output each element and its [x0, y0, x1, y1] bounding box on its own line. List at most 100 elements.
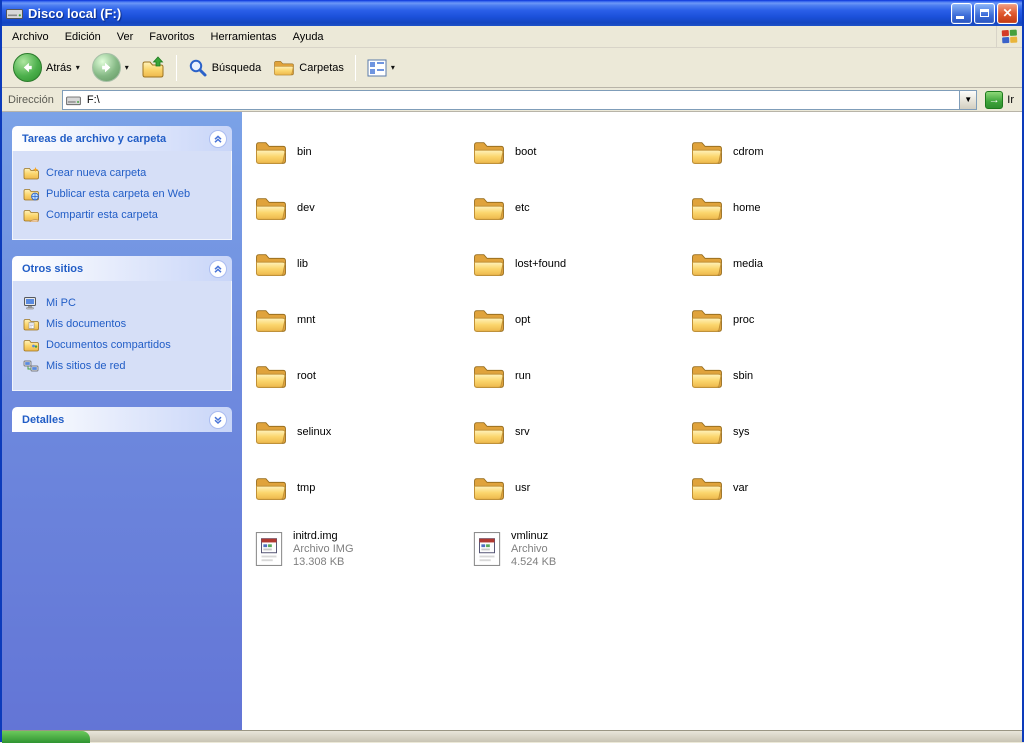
- folder-icon: [256, 254, 286, 276]
- go-label: Ir: [1007, 93, 1014, 106]
- folder-item[interactable]: bin: [250, 138, 320, 166]
- menu-item[interactable]: Favoritos: [141, 28, 202, 46]
- shared-documents-link[interactable]: Documentos compartidos: [23, 338, 225, 352]
- folder-name: root: [297, 370, 316, 382]
- minimize-button[interactable]: [951, 2, 972, 24]
- folder-name: run: [515, 370, 531, 382]
- folder-item[interactable]: proc: [686, 306, 762, 334]
- share-folder-link[interactable]: Compartir esta carpeta: [23, 208, 225, 222]
- folder-item[interactable]: cdrom: [686, 138, 772, 166]
- chevron-down-icon[interactable]: [209, 410, 227, 429]
- folder-name: selinux: [297, 426, 332, 438]
- chevron-up-icon[interactable]: [209, 259, 227, 278]
- documents-folder-icon: [23, 319, 39, 331]
- file-list-area: bin boot cdrom dev etc home lib lost+fou…: [242, 112, 1022, 730]
- folder-item[interactable]: media: [686, 250, 771, 278]
- maximize-button[interactable]: [974, 2, 995, 24]
- panel-details: Detalles: [12, 407, 232, 432]
- folder-icon: [692, 254, 722, 276]
- folder-item[interactable]: dev: [250, 194, 323, 222]
- shared-documents-icon: [23, 340, 39, 352]
- network-icon: [23, 360, 39, 372]
- folder-item[interactable]: etc: [468, 194, 538, 222]
- panel-file-tasks: Tareas de archivo y carpeta Crear nueva …: [12, 126, 232, 240]
- menu-item[interactable]: Ver: [109, 28, 142, 46]
- up-button[interactable]: [136, 51, 170, 85]
- back-icon: [13, 53, 42, 82]
- file-name: initrd.img: [293, 529, 338, 542]
- folder-item[interactable]: lib: [250, 250, 316, 278]
- folder-icon: [256, 142, 286, 164]
- folder-item[interactable]: run: [468, 362, 539, 390]
- chevron-up-icon[interactable]: [209, 129, 227, 148]
- panel-file-tasks-header[interactable]: Tareas de archivo y carpeta: [12, 126, 232, 151]
- folder-name: usr: [515, 482, 531, 494]
- folder-item[interactable]: home: [686, 194, 769, 222]
- create-folder-link[interactable]: Crear nueva carpeta: [23, 166, 225, 180]
- folder-item[interactable]: var: [686, 474, 756, 502]
- file-icon: [255, 532, 283, 566]
- folder-item[interactable]: root: [250, 362, 324, 390]
- folder-item[interactable]: usr: [468, 474, 538, 502]
- file-size: 4.524 KB: [511, 555, 557, 568]
- folders-label: Carpetas: [299, 61, 344, 74]
- folder-name: cdrom: [733, 146, 764, 158]
- my-pc-link[interactable]: Mi PC: [23, 296, 225, 310]
- file-icon: [473, 532, 501, 566]
- file-meta: initrd.img Archivo IMG 13.308 KB: [293, 530, 354, 569]
- folder-name: home: [733, 202, 761, 214]
- folder-item[interactable]: opt: [468, 306, 538, 334]
- file-item[interactable]: initrd.img Archivo IMG 13.308 KB: [250, 530, 362, 569]
- folder-icon: [256, 310, 286, 332]
- taskbar-sliver: [2, 730, 1022, 743]
- folder-item[interactable]: mnt: [250, 306, 323, 334]
- folder-item[interactable]: boot: [468, 138, 544, 166]
- folder-icon: [256, 366, 286, 388]
- go-button[interactable]: → Ir: [977, 90, 1022, 109]
- forward-button[interactable]: ▾: [87, 51, 134, 85]
- maximize-icon: [980, 9, 989, 17]
- folder-item[interactable]: selinux: [250, 418, 339, 446]
- address-bar: Dirección ▼ → Ir: [2, 88, 1022, 112]
- folder-item[interactable]: sys: [686, 418, 758, 446]
- folder-icon: [474, 198, 504, 220]
- address-combo[interactable]: ▼: [61, 89, 978, 110]
- title-bar: Disco local (F:) ✕: [2, 0, 1022, 26]
- folders-button[interactable]: Carpetas: [268, 51, 349, 85]
- views-button[interactable]: ▾: [362, 51, 400, 85]
- panel-other-places-body: Mi PC Mis documentos Documentos comparti…: [12, 281, 232, 391]
- minimize-icon: [956, 15, 964, 19]
- menu-item[interactable]: Ayuda: [285, 28, 332, 46]
- folder-item[interactable]: sbin: [686, 362, 761, 390]
- folder-item[interactable]: srv: [468, 418, 538, 446]
- start-button-sliver[interactable]: [2, 731, 90, 743]
- folder-name: boot: [515, 146, 537, 158]
- close-icon: ✕: [1002, 6, 1013, 20]
- search-icon: [189, 59, 207, 76]
- address-input[interactable]: [84, 91, 960, 108]
- folder-icon: [256, 198, 286, 220]
- search-button[interactable]: Búsqueda: [183, 51, 267, 85]
- file-meta: vmlinuz Archivo 4.524 KB: [511, 530, 556, 569]
- my-documents-link[interactable]: Mis documentos: [23, 317, 225, 331]
- main-area: Tareas de archivo y carpeta Crear nueva …: [2, 112, 1022, 730]
- close-button[interactable]: ✕: [997, 2, 1018, 24]
- address-dropdown-button[interactable]: ▼: [959, 90, 977, 109]
- publish-folder-link[interactable]: Publicar esta carpeta en Web: [23, 187, 225, 201]
- menu-item[interactable]: Archivo: [4, 28, 57, 46]
- folder-name: opt: [515, 314, 531, 326]
- menu-item[interactable]: Herramientas: [203, 28, 285, 46]
- folder-item[interactable]: tmp: [250, 474, 323, 502]
- menu-item[interactable]: Edición: [57, 28, 109, 46]
- folder-item[interactable]: lost+found: [468, 250, 574, 278]
- network-places-link[interactable]: Mis sitios de red: [23, 359, 225, 373]
- folder-name: mnt: [297, 314, 316, 326]
- panel-details-header[interactable]: Detalles: [12, 407, 232, 432]
- file-item[interactable]: vmlinuz Archivo 4.524 KB: [468, 530, 564, 569]
- folder-name: lost+found: [515, 258, 567, 270]
- views-icon: [367, 59, 387, 76]
- folder-icon: [692, 142, 722, 164]
- panel-other-places-header[interactable]: Otros sitios: [12, 256, 232, 281]
- folder-grid: bin boot cdrom dev etc home lib lost+fou…: [250, 124, 1022, 516]
- back-button[interactable]: Atrás ▾: [8, 51, 85, 85]
